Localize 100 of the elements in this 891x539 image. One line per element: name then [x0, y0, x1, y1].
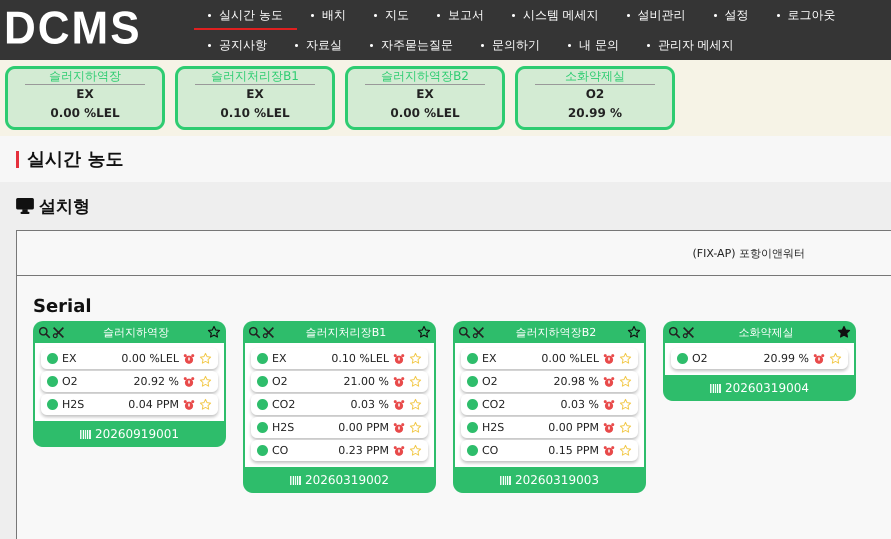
- alarm-clock-icon[interactable]: [183, 352, 195, 364]
- status-dot-icon: [467, 376, 478, 387]
- star-icon[interactable]: [619, 375, 632, 388]
- search-icon[interactable]: [38, 326, 51, 338]
- monitor-icon: [16, 198, 34, 214]
- star-icon[interactable]: [619, 421, 632, 434]
- alarm-clock-icon[interactable]: [393, 352, 405, 364]
- gas-value: 20.99 %: [762, 352, 809, 365]
- alarm-clock-icon[interactable]: [393, 376, 405, 388]
- sensor-row[interactable]: CO2 0.03 %: [251, 394, 428, 415]
- alarm-clock-icon[interactable]: [183, 398, 195, 410]
- status-dot-icon: [47, 376, 58, 387]
- status-dot-icon: [467, 445, 478, 456]
- gas-name: EX: [482, 352, 496, 365]
- device-name: 슬러지처리장B1: [304, 324, 388, 340]
- tools-icon[interactable]: [52, 326, 65, 338]
- gas-value: 0.23 PPM: [337, 444, 389, 457]
- favorite-star-icon[interactable]: [627, 325, 641, 339]
- summary-value: 20.99 %: [568, 105, 622, 122]
- barcode-icon: [80, 430, 91, 438]
- tools-icon[interactable]: [472, 326, 485, 338]
- star-icon[interactable]: [409, 421, 422, 434]
- gas-value: 0.15 PPM: [547, 444, 599, 457]
- nav-link[interactable]: 관리자 메세지: [632, 30, 748, 60]
- gas-value: 0.00 PPM: [337, 421, 389, 434]
- alarm-clock-icon[interactable]: [603, 352, 615, 364]
- gas-value: 0.00 PPM: [547, 421, 599, 434]
- sensor-row[interactable]: O2 20.92 %: [41, 371, 218, 392]
- nav-link[interactable]: 지도: [360, 0, 423, 30]
- favorite-star-icon[interactable]: [837, 325, 851, 339]
- nav-link[interactable]: 자료실: [281, 30, 356, 60]
- alarm-clock-icon[interactable]: [393, 398, 405, 410]
- sensor-row[interactable]: EX 0.00 %LEL: [461, 348, 638, 369]
- sensor-row[interactable]: H2S 0.04 PPM: [41, 394, 218, 415]
- nav-link[interactable]: 내 문의: [554, 30, 633, 60]
- status-dot-icon: [257, 399, 268, 410]
- gas-name: CO2: [482, 398, 506, 411]
- sensor-row[interactable]: EX 0.00 %LEL: [41, 348, 218, 369]
- gas-value: 0.00 %LEL: [540, 352, 599, 365]
- sensor-row[interactable]: H2S 0.00 PPM: [251, 417, 428, 438]
- gas-name: O2: [272, 375, 288, 388]
- gas-name: O2: [692, 352, 708, 365]
- gas-name: CO: [482, 444, 498, 457]
- sensor-row[interactable]: CO 0.15 PPM: [461, 440, 638, 461]
- sensor-row[interactable]: EX 0.10 %LEL: [251, 348, 428, 369]
- nav-link[interactable]: 배치: [296, 0, 360, 30]
- nav-link[interactable]: 설정: [700, 0, 763, 30]
- star-icon[interactable]: [199, 398, 212, 411]
- sensor-row[interactable]: O2 21.00 %: [251, 371, 428, 392]
- star-icon[interactable]: [199, 375, 212, 388]
- gas-value: 21.00 %: [342, 375, 389, 388]
- nav-link[interactable]: 문의하기: [467, 30, 554, 60]
- sensor-row[interactable]: H2S 0.00 PPM: [461, 417, 638, 438]
- nav-link[interactable]: 실시간 농도: [194, 0, 297, 30]
- alarm-clock-icon[interactable]: [393, 444, 405, 456]
- nav-link[interactable]: 로그아웃: [762, 0, 850, 30]
- summary-name: 슬러지하역장: [25, 69, 145, 85]
- tools-icon[interactable]: [262, 326, 275, 338]
- alarm-clock-icon[interactable]: [393, 422, 405, 434]
- nav-link[interactable]: 시스템 메세지: [498, 0, 613, 30]
- tools-icon[interactable]: [682, 326, 695, 338]
- search-icon[interactable]: [248, 326, 261, 338]
- star-icon[interactable]: [619, 444, 632, 457]
- status-dot-icon: [467, 422, 478, 433]
- summary-name: 슬러지하역장B2: [365, 69, 485, 85]
- sensor-row[interactable]: CO2 0.03 %: [461, 394, 638, 415]
- favorite-star-icon[interactable]: [207, 325, 221, 339]
- sensor-row[interactable]: O2 20.98 %: [461, 371, 638, 392]
- gas-name: H2S: [272, 421, 294, 434]
- serial-number: 20260319002: [305, 473, 389, 487]
- star-icon[interactable]: [829, 352, 842, 365]
- sensor-row[interactable]: O2 20.99 %: [671, 348, 848, 369]
- alarm-clock-icon[interactable]: [183, 376, 195, 388]
- star-icon[interactable]: [619, 352, 632, 365]
- alarm-clock-icon[interactable]: [603, 422, 615, 434]
- status-dot-icon: [257, 422, 268, 433]
- search-icon[interactable]: [668, 326, 681, 338]
- summary-value: 0.00 %LEL: [50, 105, 120, 122]
- nav-link[interactable]: 설비관리: [612, 0, 700, 30]
- serial-number: 20260319003: [515, 473, 599, 487]
- nav-link[interactable]: 자주묻는질문: [356, 30, 467, 60]
- status-dot-icon: [47, 353, 58, 364]
- alarm-clock-icon[interactable]: [603, 444, 615, 456]
- star-icon[interactable]: [199, 352, 212, 365]
- device-name: 소화약제실: [738, 324, 794, 340]
- star-icon[interactable]: [619, 398, 632, 411]
- alarm-clock-icon[interactable]: [603, 376, 615, 388]
- group-title: Serial: [33, 296, 93, 317]
- star-icon[interactable]: [409, 398, 422, 411]
- star-icon[interactable]: [409, 375, 422, 388]
- search-icon[interactable]: [458, 326, 471, 338]
- star-icon[interactable]: [409, 352, 422, 365]
- nav-link[interactable]: 보고서: [422, 0, 498, 30]
- gas-value: 20.98 %: [552, 375, 599, 388]
- alarm-clock-icon[interactable]: [603, 398, 615, 410]
- star-icon[interactable]: [409, 444, 422, 457]
- alarm-clock-icon[interactable]: [813, 352, 825, 364]
- nav-link[interactable]: 공지사항: [194, 30, 281, 60]
- sensor-row[interactable]: CO 0.23 PPM: [251, 440, 428, 461]
- favorite-star-icon[interactable]: [417, 325, 431, 339]
